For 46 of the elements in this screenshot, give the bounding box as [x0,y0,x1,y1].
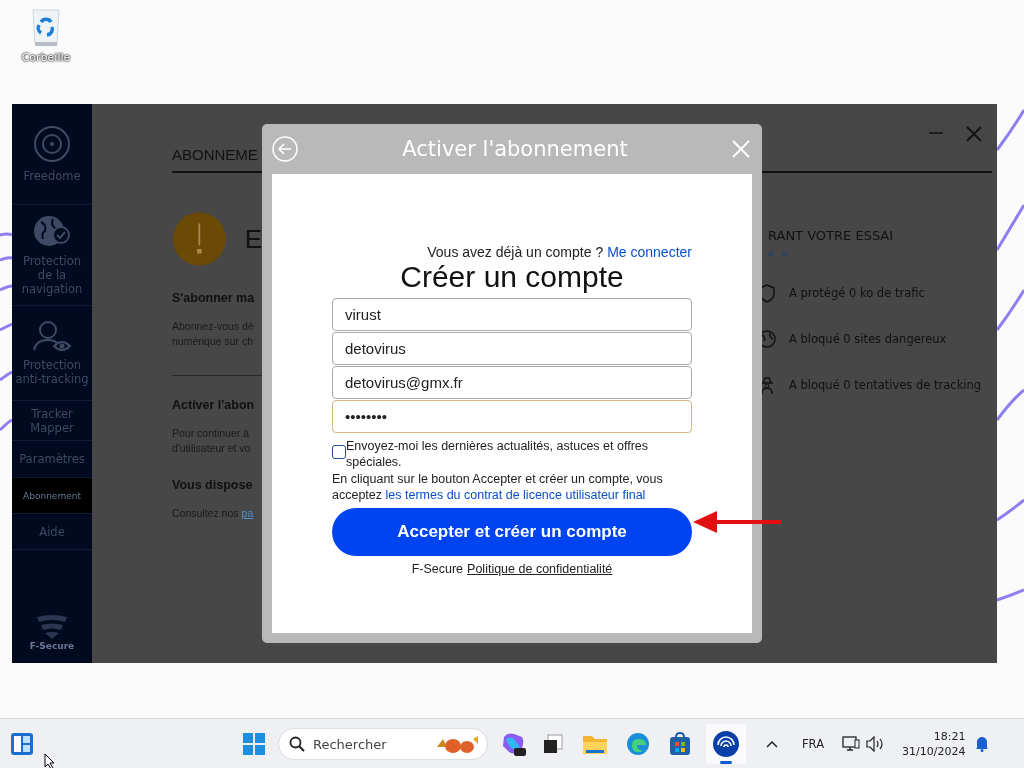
recycle-bin-icon[interactable] [31,8,61,48]
globe-check-icon [33,214,71,248]
start-icon[interactable] [242,732,266,756]
brand-text: F-Secure [411,562,464,576]
clock-date[interactable]: 31/10/2024 [902,744,966,759]
sidebar-item[interactable]: Abonnement [12,478,92,514]
checkbox-label[interactable]: Envoyez-moi les dernières actualités, astuces et offres spéciales. [346,438,692,470]
store-icon[interactable] [668,732,692,756]
volume-icon[interactable] [866,736,884,752]
sidebar-item-label: Protection de la navigation [20,254,84,296]
login-link[interactable]: Me connecter [607,244,692,260]
search-field[interactable]: Rechercher [278,728,488,760]
logo-text: F-Secure [29,641,75,651]
sidebar-item-label: Paramètres [19,452,85,466]
language-indicator[interactable]: FRA [802,737,824,751]
task-view-icon[interactable] [542,733,564,755]
submit-button[interactable]: Accepter et créer un compte [332,508,692,556]
browser-icon[interactable] [626,732,650,756]
checkbox[interactable] [332,445,346,459]
privacy-link[interactable]: Politique de confidentialité [467,562,613,576]
notification-bell-icon[interactable] [975,736,990,752]
desktop-icon-label[interactable]: Corbeille [21,51,71,64]
terms-text: En cliquant sur le bouton Accepter et créer un compte, vous acceptez les termes du contrat de licence utilisateur final [332,471,664,503]
login-prompt: Vous avez déjà un compte ? [427,244,604,260]
person-eye-icon [32,320,72,352]
input-field[interactable]: detovirus [332,332,692,365]
sidebar-item-label: Abonnement [23,489,81,503]
network-icon[interactable] [842,736,860,752]
chevron-up-icon[interactable] [766,740,778,748]
terms-link[interactable]: les termes du contrat de licence utilisateur final [385,488,646,502]
sidebar-item-label: Tracker Mapper [29,406,75,435]
vpn-app-button[interactable] [706,724,746,764]
target-icon [33,125,71,163]
sidebar-item-label: Freedome [23,169,81,183]
widgets-icon[interactable] [10,732,34,756]
input-field[interactable]: detovirus@gmx.fr [332,366,692,399]
folder-icon[interactable] [582,733,608,755]
input-field[interactable]: virust [332,298,692,331]
search-icon [289,736,305,752]
input-field[interactable]: •••••••• [332,400,692,433]
sidebar-item-label: Aide [39,524,65,539]
logo-icon [35,615,69,639]
clock-time[interactable]: 18:21 [933,729,966,744]
mouse-cursor-icon [44,753,56,768]
form-heading: Créer un compte [399,260,625,294]
sidebar-item-label: Protection anti-tracking [14,358,90,386]
